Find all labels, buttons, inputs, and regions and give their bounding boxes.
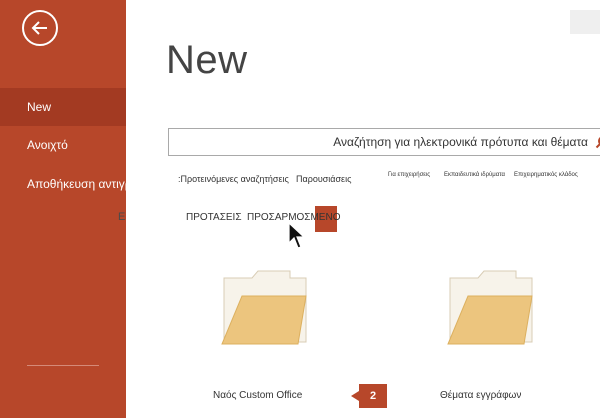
search-input[interactable]: [169, 129, 594, 155]
folder-icon: [447, 270, 533, 345]
suggested-link-education[interactable]: Εκπαιδευτικά ιδρύματα: [444, 172, 505, 178]
backstage-sidebar: New Ανοιχτό Αποθήκευση αντιγράφου: [0, 0, 126, 418]
mouse-pointer-icon: [288, 222, 306, 249]
search-icon[interactable]: [595, 135, 600, 149]
suggested-link-industry[interactable]: Επιχειρηματικός κλάδος: [514, 172, 578, 178]
folder-custom-office[interactable]: [220, 268, 310, 348]
back-arrow-icon: [31, 21, 47, 35]
tab-featured[interactable]: ΠΡΟΤΑΣΕΙΣ: [186, 212, 242, 223]
suggested-link-business[interactable]: Για επιχειρήσεις: [388, 172, 430, 178]
sidebar-item-new[interactable]: New: [0, 88, 126, 126]
step-badge: 2: [351, 384, 387, 408]
sidebar-item-open[interactable]: Ανοιχτό: [0, 126, 126, 164]
folder-document-themes[interactable]: [446, 268, 536, 348]
window-control[interactable]: [570, 10, 600, 34]
main-panel: New :Προτεινόμενες αναζητήσεις Παρουσιάσ…: [126, 0, 600, 418]
clipped-text: E: [118, 211, 126, 223]
back-button[interactable]: [22, 10, 58, 46]
template-search-box[interactable]: [168, 128, 600, 156]
suggested-searches-label: :Προτεινόμενες αναζητήσεις: [178, 174, 289, 184]
sidebar-item-save-copy[interactable]: Αποθήκευση αντιγράφου: [0, 165, 126, 203]
suggested-link-presentations[interactable]: Παρουσιάσεις: [296, 174, 351, 184]
folder-label-custom-office[interactable]: Ναός Custom Office: [213, 390, 302, 401]
folder-icon: [221, 270, 307, 345]
folder-label-document-themes[interactable]: Θέματα εγγράφων: [440, 390, 521, 401]
page-title: New: [166, 38, 248, 82]
sidebar-divider: [27, 365, 99, 366]
